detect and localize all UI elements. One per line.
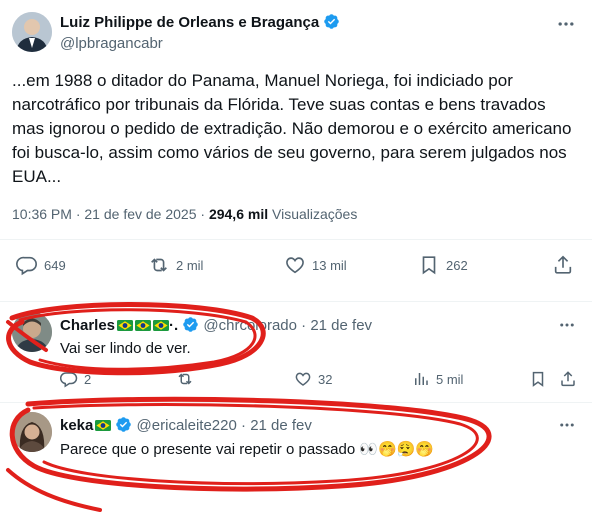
divider (0, 239, 592, 240)
avatar[interactable] (12, 12, 52, 52)
reply-text: Vai ser lindo de ver. (60, 340, 191, 357)
author-handle[interactable]: @chrcolorado (203, 317, 297, 334)
views-count: 294,6 mil (208, 206, 269, 222)
reply-count: 2 (84, 371, 92, 387)
like-count: 32 (318, 371, 333, 387)
repost-icon (176, 370, 194, 388)
views-count: 5 mil (436, 371, 464, 387)
bookmark-count: 262 (446, 257, 468, 273)
verified-badge-icon (115, 416, 132, 433)
like-button[interactable]: 32 (294, 370, 332, 388)
reply-button[interactable]: 2 (60, 370, 91, 388)
reply-date[interactable]: 21 de fev (250, 417, 312, 434)
post-date[interactable]: 21 de fev de 2025 (84, 206, 196, 222)
author-name[interactable]: Charles (60, 317, 115, 334)
avatar[interactable] (12, 412, 52, 452)
divider (0, 301, 592, 302)
bookmark-button[interactable]: 262 (418, 254, 468, 276)
reply-button[interactable]: 649 (16, 254, 66, 276)
heart-icon (294, 370, 312, 388)
author-name[interactable]: Luiz Philippe de Orleans e Bragança (60, 14, 319, 31)
repost-count: 2 mil (176, 257, 204, 273)
repost-button[interactable] (176, 370, 200, 388)
views-label: Visualizações (272, 206, 358, 222)
reply-date[interactable]: 21 de fev (310, 317, 372, 334)
author-handle[interactable]: @lpbragancabr (60, 35, 163, 52)
reply-icon (16, 254, 38, 276)
brazil-flag-icon (135, 320, 152, 331)
post-meta: 10:36 PM · 21 de fev de 2025 · 294,6 mil… (12, 206, 358, 222)
views-button[interactable]: 5 mil (412, 370, 463, 388)
analytics-icon (412, 370, 430, 388)
repost-icon (148, 254, 170, 276)
author-name[interactable]: keka (60, 417, 93, 434)
like-count: 13 mil (312, 257, 347, 273)
share-icon[interactable] (559, 370, 577, 388)
brazil-flag-icon (153, 320, 170, 331)
more-options-icon[interactable] (558, 316, 576, 334)
like-button[interactable]: 13 mil (284, 254, 347, 276)
author-handle[interactable]: @ericaleite220 (137, 417, 237, 434)
more-options-icon[interactable] (556, 14, 576, 34)
reply-icon (60, 370, 78, 388)
divider (0, 402, 592, 403)
brazil-flag-icon (117, 320, 134, 331)
post-time[interactable]: 10:36 PM (12, 206, 72, 222)
brazil-flag-icon (95, 420, 112, 431)
repost-button[interactable]: 2 mil (148, 254, 203, 276)
share-icon[interactable] (552, 254, 574, 276)
avatar[interactable] (12, 312, 52, 352)
reply-count: 649 (44, 257, 66, 273)
heart-icon (284, 254, 306, 276)
verified-badge-icon (182, 316, 199, 333)
bookmark-icon[interactable] (529, 370, 547, 388)
more-options-icon[interactable] (558, 416, 576, 434)
bookmark-icon (418, 254, 440, 276)
verified-badge-icon (323, 13, 340, 30)
post-text: ...em 1988 o ditador do Panama, Manuel N… (12, 71, 572, 186)
reply-text: Parece que o presente vai repetir o pass… (60, 441, 435, 458)
